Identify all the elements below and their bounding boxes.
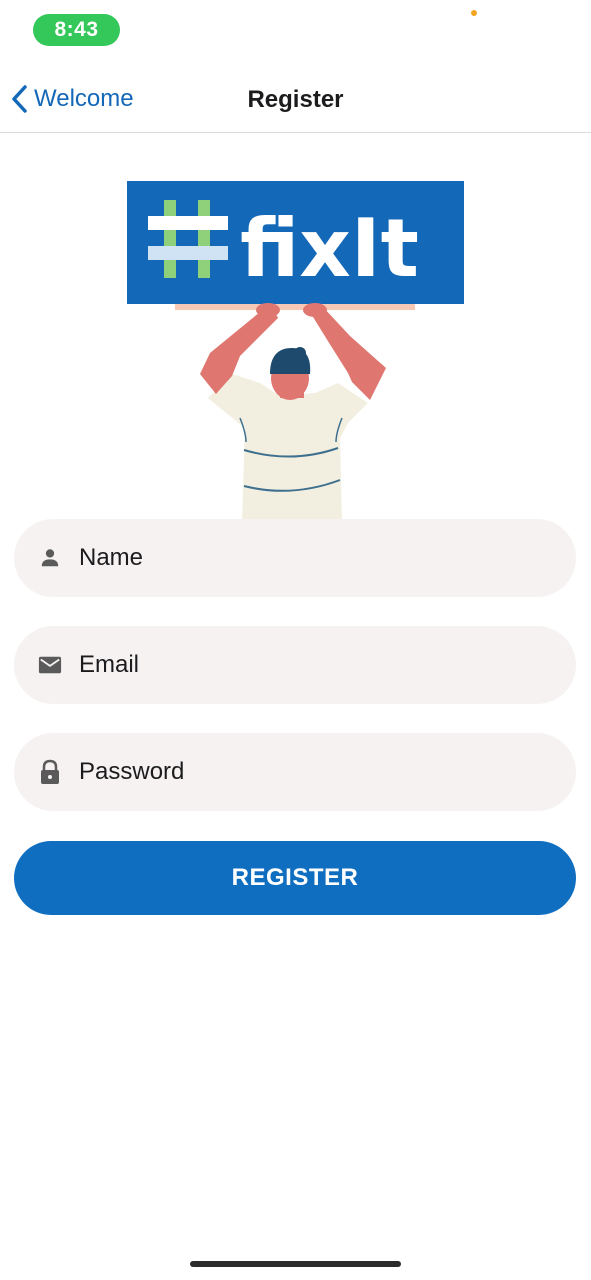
mail-icon <box>38 653 62 677</box>
home-indicator[interactable] <box>190 1261 401 1267</box>
name-input[interactable] <box>79 544 499 572</box>
email-input[interactable] <box>79 651 499 679</box>
fixit-illustration: fixIt <box>127 181 464 520</box>
name-field[interactable] <box>14 519 576 597</box>
password-input[interactable] <box>79 758 499 786</box>
password-field[interactable] <box>14 733 576 811</box>
register-button[interactable]: REGISTER <box>14 841 576 915</box>
logo-text: fixIt <box>240 202 419 295</box>
page-title: Register <box>247 86 344 113</box>
status-time: 8:43 <box>33 14 120 46</box>
privacy-indicator-dot <box>471 10 477 16</box>
email-field[interactable] <box>14 626 576 704</box>
person-icon <box>38 546 62 570</box>
lock-icon <box>38 759 62 784</box>
navigation-bar: Welcome Register <box>0 66 591 133</box>
